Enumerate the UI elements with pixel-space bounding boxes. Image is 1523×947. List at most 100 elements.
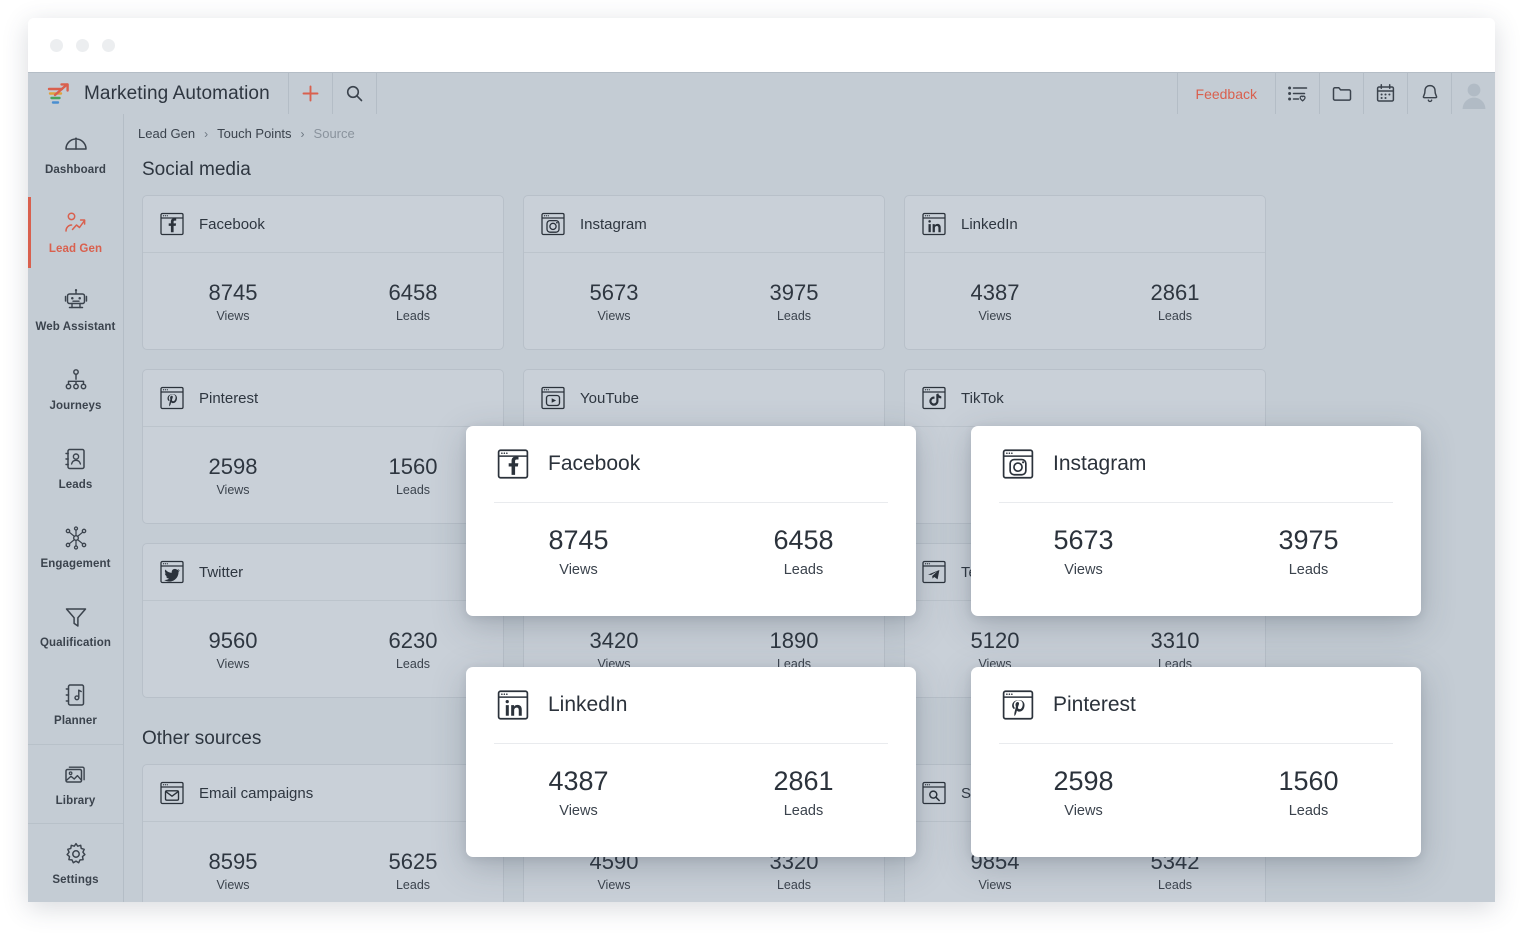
instagram-icon [1001, 447, 1035, 481]
leads-value: 3975 [770, 280, 819, 306]
facebook-icon [159, 211, 185, 237]
notebook-icon [63, 682, 89, 708]
leads-value: 6458 [773, 525, 833, 556]
source-card[interactable]: Instagram5673Views3975Leads [523, 195, 885, 350]
app-brand[interactable]: Marketing Automation [28, 73, 289, 114]
leads-value: 1560 [1278, 766, 1338, 797]
sidebar-item-label: Web Assistant [36, 321, 116, 333]
sidebar-item-label: Leads [59, 479, 93, 491]
floating-card-facebook[interactable]: Facebook8745Views6458Leads [466, 426, 916, 616]
views-value: 8595 [209, 849, 258, 875]
card-title: Facebook [199, 216, 265, 233]
views-stat: 8595Views [143, 822, 323, 902]
breadcrumb-item-lead-gen[interactable]: Lead Gen [138, 126, 195, 141]
window-close-dot[interactable] [50, 39, 63, 52]
floating-card-linkedin[interactable]: LinkedIn4387Views2861Leads [466, 667, 916, 857]
views-label: Views [978, 878, 1011, 892]
card-header: YouTube [524, 370, 884, 427]
sidebar-item-dashboard[interactable]: Dashboard [28, 114, 123, 193]
views-value: 8745 [209, 280, 258, 306]
sidebar-item-label: Library [56, 795, 96, 807]
card-title: LinkedIn [961, 216, 1018, 233]
card-stats: 2598Views1560Leads [143, 427, 503, 523]
source-card[interactable]: LinkedIn4387Views2861Leads [904, 195, 1266, 350]
leads-stat: 2861Leads [1085, 253, 1265, 349]
twitter-icon [159, 559, 185, 585]
source-card[interactable]: Twitter9560Views6230Leads [142, 543, 504, 698]
feedback-link[interactable]: Feedback [1177, 73, 1275, 114]
leads-label: Leads [1289, 562, 1329, 578]
floating-card-pinterest[interactable]: Pinterest2598Views1560Leads [971, 667, 1421, 857]
bell-icon [1420, 83, 1440, 104]
sidebar-item-lead-gen[interactable]: Lead Gen [28, 193, 123, 272]
source-card[interactable]: Email campaigns8595Views5625Leads [142, 764, 504, 902]
images-icon [63, 762, 89, 788]
floating-card-title: Instagram [1053, 452, 1146, 476]
leads-value: 2861 [773, 766, 833, 797]
views-value: 3420 [590, 628, 639, 654]
card-title: Twitter [199, 564, 243, 581]
sidebar-item-journeys[interactable]: Journeys [28, 350, 123, 429]
sidebar-item-settings[interactable]: Settings [28, 823, 123, 902]
tasks-button[interactable] [1275, 73, 1319, 114]
floating-card-header: Pinterest [971, 667, 1421, 743]
views-label: Views [216, 483, 249, 497]
app-body: Dashboard Lead Gen [28, 114, 1495, 902]
leads-value: 1890 [770, 628, 819, 654]
linkedin-icon [921, 211, 947, 237]
search-button[interactable] [333, 73, 377, 114]
window-maximize-dot[interactable] [102, 39, 115, 52]
sidebar-item-engagement[interactable]: Engagement [28, 508, 123, 587]
card-title: YouTube [580, 390, 639, 407]
views-label: Views [978, 309, 1011, 323]
views-stat: 5673Views [971, 525, 1196, 578]
linkedin-icon [496, 688, 530, 722]
views-label: Views [597, 878, 630, 892]
card-header: Twitter [143, 544, 503, 601]
views-stat: 4387Views [466, 766, 691, 819]
app-window: Marketing Automation Feedback [28, 18, 1495, 902]
sidebar-item-label: Lead Gen [49, 243, 102, 255]
pinterest-icon [159, 385, 185, 411]
views-value: 5673 [1053, 525, 1113, 556]
views-value: 5120 [971, 628, 1020, 654]
search-icon [345, 84, 364, 103]
files-button[interactable] [1319, 73, 1363, 114]
sidebar-item-label: Journeys [50, 400, 102, 412]
leads-label: Leads [396, 657, 430, 671]
floating-card-header: LinkedIn [466, 667, 916, 743]
card-title: Email campaigns [199, 785, 313, 802]
source-card[interactable]: Pinterest2598Views1560Leads [142, 369, 504, 524]
leads-stat: 6458Leads [323, 253, 503, 349]
floating-card-header: Facebook [466, 426, 916, 502]
hierarchy-icon [63, 367, 89, 393]
breadcrumb-item-touch-points[interactable]: Touch Points [217, 126, 291, 141]
sidebar-item-planner[interactable]: Planner [28, 666, 123, 745]
sidebar-item-library[interactable]: Library [28, 744, 123, 823]
leads-label: Leads [777, 309, 811, 323]
user-avatar-button[interactable] [1451, 73, 1495, 114]
sidebar-item-label: Planner [54, 715, 97, 727]
notifications-button[interactable] [1407, 73, 1451, 114]
sidebar-item-label: Dashboard [45, 164, 106, 176]
calendar-button[interactable] [1363, 73, 1407, 114]
network-nodes-icon [63, 525, 89, 551]
sidebar-item-qualification[interactable]: Qualification [28, 587, 123, 666]
breadcrumb-item-source: Source [314, 126, 355, 141]
floating-card-instagram[interactable]: Instagram5673Views3975Leads [971, 426, 1421, 616]
floating-card-stats: 8745Views6458Leads [466, 503, 916, 578]
views-value: 9560 [209, 628, 258, 654]
floating-card-stats: 4387Views2861Leads [466, 744, 916, 819]
add-button[interactable] [289, 73, 333, 114]
avatar-icon [1458, 79, 1490, 109]
sidebar-item-leads[interactable]: Leads [28, 429, 123, 508]
sidebar-item-label: Settings [52, 874, 98, 886]
views-stat: 8745Views [143, 253, 323, 349]
views-value: 5673 [590, 280, 639, 306]
window-minimize-dot[interactable] [76, 39, 89, 52]
source-card[interactable]: Facebook 8745Views6458Leads [142, 195, 504, 350]
leads-value: 2861 [1151, 280, 1200, 306]
sidebar-item-web-assistant[interactable]: Web Assistant [28, 272, 123, 351]
appbar-spacer [377, 73, 1177, 114]
leads-value: 6458 [389, 280, 438, 306]
